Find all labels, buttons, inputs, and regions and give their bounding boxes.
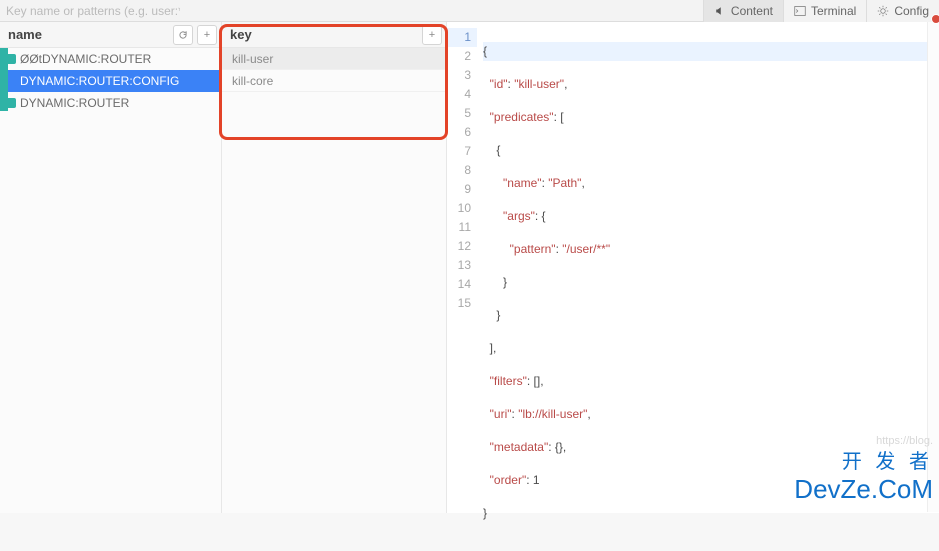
name-row[interactable]: DYNAMIC:ROUTER	[0, 92, 221, 114]
panel-name: name + ØØtDYNAMIC:ROUTER DYNAMIC:ROUTER:…	[0, 22, 222, 513]
name-row-label: DYNAMIC:ROUTER:CONFIG	[20, 74, 179, 88]
add-name-button[interactable]: +	[197, 25, 217, 45]
line-number: 6	[447, 123, 477, 142]
name-row[interactable]: ØØtDYNAMIC:ROUTER	[0, 48, 221, 70]
top-toolbar: Key name or patterns (e.g. user:*) ▾ Con…	[0, 0, 939, 22]
code-editor[interactable]: { "id": "kill-user", "predicates": [ { "…	[477, 22, 939, 513]
tok: 1	[533, 473, 540, 487]
tab-config[interactable]: Config	[866, 0, 939, 22]
panel-name-header: name +	[0, 22, 221, 48]
tok: }	[483, 506, 487, 520]
line-number: 14	[447, 275, 477, 294]
line-number: 1	[447, 28, 477, 47]
line-number: 3	[447, 66, 477, 85]
tab-content[interactable]: Content	[703, 0, 783, 22]
line-number: 9	[447, 180, 477, 199]
line-number: 11	[447, 218, 477, 237]
tok: "predicates"	[490, 110, 554, 124]
add-key-button[interactable]: +	[422, 25, 442, 45]
right-edge	[927, 22, 939, 512]
main-area: name + ØØtDYNAMIC:ROUTER DYNAMIC:ROUTER:…	[0, 22, 939, 513]
line-number: 7	[447, 142, 477, 161]
key-row-label: kill-core	[232, 74, 273, 88]
tok: {	[483, 44, 487, 58]
key-row[interactable]: kill-core	[222, 70, 446, 92]
speaker-icon	[714, 5, 726, 17]
tok: {},	[555, 440, 566, 454]
line-number: 12	[447, 237, 477, 256]
tab-bar: Content Terminal Config	[703, 0, 939, 22]
name-rows: ØØtDYNAMIC:ROUTER DYNAMIC:ROUTER:CONFIG …	[0, 48, 221, 114]
tab-terminal[interactable]: Terminal	[783, 0, 866, 22]
terminal-icon	[794, 5, 806, 17]
tok: }	[503, 275, 507, 289]
tok: "order"	[490, 473, 527, 487]
key-row[interactable]: kill-user	[222, 48, 446, 70]
tok: }	[496, 308, 500, 322]
tok: "kill-user"	[514, 77, 564, 91]
panel-key: key + kill-user kill-core	[222, 22, 447, 513]
line-number: 2	[447, 47, 477, 66]
search-input-wrap[interactable]: Key name or patterns (e.g. user:*) ▾	[0, 4, 180, 18]
refresh-button[interactable]	[173, 25, 193, 45]
tok: ],	[490, 341, 497, 355]
panel-code: 1 2 3 4 5 6 7 8 9 10 11 12 13 14 15 { "i…	[447, 22, 939, 513]
tok: "uri"	[490, 407, 512, 421]
tok: "pattern"	[510, 242, 556, 256]
line-gutter: 1 2 3 4 5 6 7 8 9 10 11 12 13 14 15	[447, 22, 477, 513]
panel-key-title: key	[222, 27, 422, 42]
key-rows: kill-user kill-core	[222, 48, 446, 92]
tok: "/user/**"	[562, 242, 610, 256]
panel-key-header: key +	[222, 22, 446, 48]
tok: "name"	[503, 176, 542, 190]
line-number: 13	[447, 256, 477, 275]
tab-content-label: Content	[731, 4, 773, 18]
strip-item	[0, 48, 8, 111]
line-number: 8	[447, 161, 477, 180]
tok: [],	[534, 374, 544, 388]
search-placeholder: Key name or patterns (e.g. user:*)	[6, 4, 180, 18]
name-row[interactable]: DYNAMIC:ROUTER:CONFIG	[0, 70, 221, 92]
tok: "lb://kill-user"	[518, 407, 587, 421]
panel-name-title: name	[0, 27, 173, 42]
notification-badge	[931, 14, 939, 24]
line-number: 15	[447, 294, 477, 313]
tab-terminal-label: Terminal	[811, 4, 856, 18]
tok: "args"	[503, 209, 535, 223]
tok: "id"	[490, 77, 508, 91]
name-row-label: ØØtDYNAMIC:ROUTER	[20, 52, 151, 66]
tok: "filters"	[490, 374, 527, 388]
line-number: 5	[447, 104, 477, 123]
tok: "metadata"	[490, 440, 549, 454]
line-number: 10	[447, 199, 477, 218]
tok: "Path"	[548, 176, 581, 190]
tok: {	[496, 143, 500, 157]
key-row-label: kill-user	[232, 52, 273, 66]
left-strip	[0, 48, 8, 111]
tab-config-label: Config	[894, 4, 929, 18]
line-number: 4	[447, 85, 477, 104]
gear-icon	[877, 5, 889, 17]
name-row-label: DYNAMIC:ROUTER	[20, 96, 129, 110]
